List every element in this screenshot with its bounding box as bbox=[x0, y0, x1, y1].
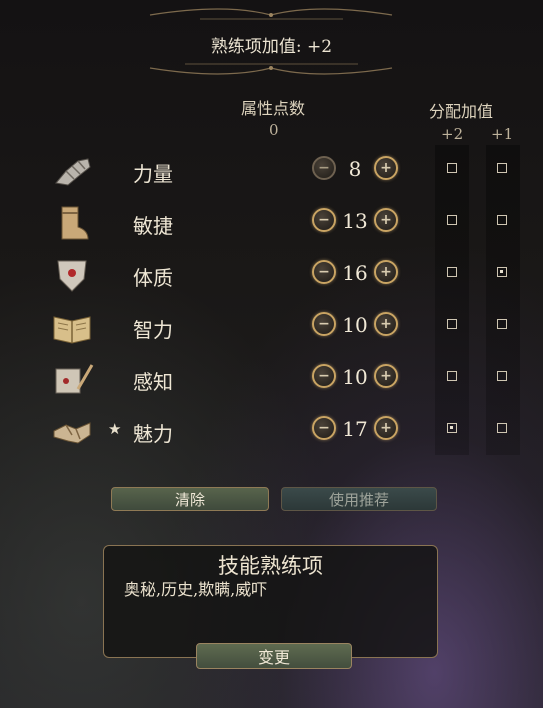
header-ornament-top bbox=[149, 8, 393, 20]
plus2-checkbox[interactable] bbox=[447, 267, 457, 277]
ability-name: 敏捷 bbox=[133, 214, 173, 238]
ability-name: 力量 bbox=[133, 162, 173, 186]
plus2-checkbox[interactable] bbox=[447, 163, 457, 173]
increase-button[interactable]: + bbox=[374, 208, 398, 232]
ability-value: 10 bbox=[342, 365, 368, 389]
bonus-plus1-header: +1 bbox=[491, 125, 514, 143]
decrease-button[interactable]: − bbox=[312, 364, 336, 388]
plus1-checkbox[interactable] bbox=[497, 423, 507, 433]
boot-icon bbox=[61, 206, 89, 240]
shield-heart-icon bbox=[57, 260, 87, 292]
plus1-checkbox[interactable] bbox=[497, 319, 507, 329]
increase-button[interactable]: + bbox=[374, 416, 398, 440]
decrease-button[interactable]: − bbox=[312, 208, 336, 232]
increase-button[interactable]: + bbox=[374, 312, 398, 336]
ability-value: 8 bbox=[348, 157, 362, 181]
bonus-title: 分配加值 bbox=[429, 102, 494, 121]
clear-button[interactable]: 清除 bbox=[111, 487, 269, 511]
ability-value: 10 bbox=[342, 313, 368, 337]
decrease-button[interactable]: − bbox=[312, 260, 336, 284]
ability-value: 17 bbox=[342, 417, 368, 441]
scroll-quill-icon bbox=[55, 364, 94, 394]
ability-name: 感知 bbox=[133, 370, 173, 394]
plus2-checkbox[interactable] bbox=[447, 319, 457, 329]
change-skills-button[interactable]: 变更 bbox=[196, 643, 352, 669]
ability-points-remaining: 0 bbox=[269, 121, 279, 139]
class-primary-star-icon: ★ bbox=[108, 420, 122, 438]
ability-row-wisdom: 感知 − 10 + bbox=[0, 355, 543, 407]
ability-name: 体质 bbox=[133, 266, 173, 290]
use-recommended-button[interactable]: 使用推荐 bbox=[281, 487, 437, 511]
ability-name: 智力 bbox=[133, 318, 173, 342]
plus2-checkbox-selected[interactable] bbox=[447, 423, 457, 433]
ability-row-strength: 力量 − 8 + bbox=[0, 147, 543, 199]
ability-row-constitution: 体质 − 16 + bbox=[0, 251, 543, 303]
plus2-checkbox[interactable] bbox=[447, 215, 457, 225]
ability-row-charisma: ★ 魅力 − 17 + bbox=[0, 407, 543, 459]
ability-row-dexterity: 敏捷 − 13 + bbox=[0, 199, 543, 251]
skill-proficiency-panel: 技能熟练项 奥秘,历史,欺瞒,威吓 bbox=[103, 545, 438, 658]
plus1-checkbox-selected[interactable] bbox=[497, 267, 507, 277]
ability-value: 16 bbox=[342, 261, 368, 285]
header-ornament-bottom bbox=[149, 63, 393, 75]
increase-button[interactable]: + bbox=[374, 364, 398, 388]
increase-button[interactable]: + bbox=[374, 260, 398, 284]
increase-button[interactable]: + bbox=[374, 156, 398, 180]
gauntlet-icon bbox=[55, 158, 91, 186]
bonus-plus2-header: +2 bbox=[441, 125, 464, 143]
skill-proficiency-list: 奥秘,历史,欺瞒,威吓 bbox=[124, 580, 268, 599]
ability-value: 13 bbox=[342, 209, 368, 233]
plus2-checkbox[interactable] bbox=[447, 371, 457, 381]
plus1-checkbox[interactable] bbox=[497, 371, 507, 381]
open-book-icon bbox=[53, 316, 91, 344]
proficiency-bonus-label: 熟练项加值: +2 bbox=[210, 37, 333, 57]
ability-points-title: 属性点数 bbox=[241, 99, 306, 118]
decrease-button[interactable]: − bbox=[312, 312, 336, 336]
plus1-checkbox[interactable] bbox=[497, 163, 507, 173]
ability-row-intelligence: 智力 − 10 + bbox=[0, 303, 543, 355]
decrease-button[interactable]: − bbox=[312, 416, 336, 440]
ability-name: 魅力 bbox=[133, 422, 173, 446]
decrease-button[interactable]: − bbox=[312, 156, 336, 180]
plus1-checkbox[interactable] bbox=[497, 215, 507, 225]
handshake-icon bbox=[53, 422, 91, 444]
